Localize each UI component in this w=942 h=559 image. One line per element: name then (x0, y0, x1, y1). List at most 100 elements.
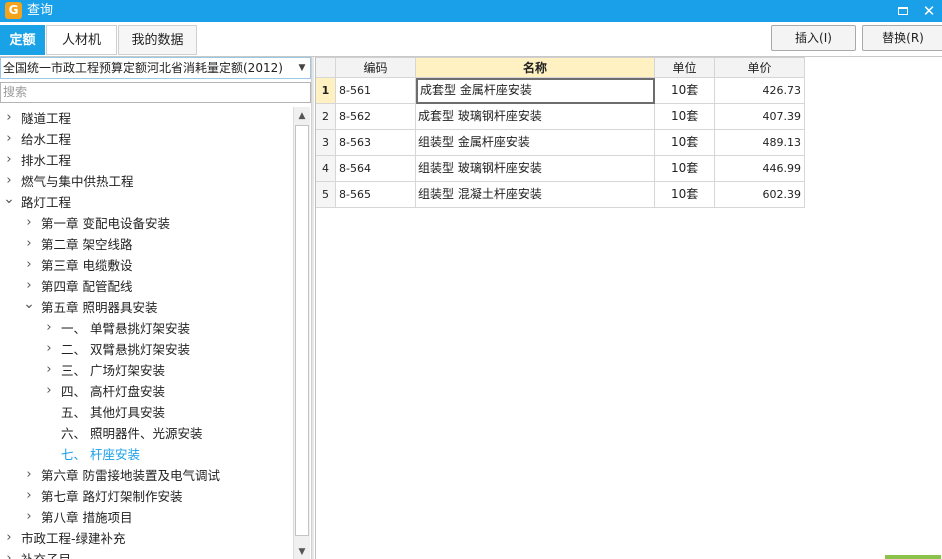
scrollbar-thumb[interactable] (295, 125, 309, 536)
column-header-unit[interactable]: 单位 (655, 57, 715, 78)
code-cell[interactable]: 8-562 (336, 104, 416, 130)
chevron-right-icon[interactable]: › (23, 276, 35, 297)
row-number[interactable]: 4 (316, 156, 336, 182)
tree-item[interactable]: › 补充子目 (0, 549, 293, 559)
tab-quota[interactable]: 定额 (0, 25, 45, 55)
tree-item[interactable]: › 第一章 变配电设备安装 (0, 213, 293, 234)
tree-item[interactable]: › 第七章 路灯灯架制作安装 (0, 486, 293, 507)
tree-item[interactable]: › 隧道工程 (0, 108, 293, 129)
tree-item[interactable]: 六、 照明器件、光源安装 (0, 423, 293, 444)
close-icon: ✕ (922, 2, 936, 20)
name-cell[interactable]: 组装型 玻璃钢杆座安装 (416, 156, 655, 182)
row-number[interactable]: 1 (316, 78, 336, 104)
price-cell[interactable]: 446.99 (715, 156, 805, 182)
tree-item-label: 五、 其他灯具安装 (61, 405, 165, 420)
chevron-right-icon[interactable]: › (43, 360, 55, 381)
tree-item-selected[interactable]: 七、 杆座安装 (0, 444, 293, 465)
name-cell[interactable]: 组装型 混凝土杆座安装 (416, 182, 655, 208)
name-cell[interactable]: 组装型 金属杆座安装 (416, 130, 655, 156)
tree-item-label: 二、 双臂悬挑灯架安装 (61, 342, 190, 357)
tree-item[interactable]: › 市政工程-绿建补充 (0, 528, 293, 549)
chevron-down-icon[interactable]: ▼ (294, 58, 310, 78)
chevron-down-icon[interactable]: ⌄ (3, 192, 15, 213)
maximize-button[interactable] (892, 0, 914, 22)
grid-status-bar (885, 555, 941, 559)
chevron-right-icon[interactable]: › (3, 129, 15, 150)
tree-item[interactable]: ⌄ 路灯工程 (0, 192, 293, 213)
chevron-right-icon[interactable]: › (3, 528, 15, 549)
tree-item-label: 市政工程-绿建补充 (21, 531, 126, 546)
tree-item-label: 第八章 措施项目 (41, 510, 133, 525)
quota-grid: 1 2 3 4 5 编码 8-561 8-562 8-563 8-564 8-565 名称 成套型 金属… (315, 57, 942, 559)
price-cell[interactable]: 426.73 (715, 78, 805, 104)
code-cell[interactable]: 8-561 (336, 78, 416, 104)
chevron-right-icon[interactable]: › (23, 465, 35, 486)
tab-my-data[interactable]: 我的数据 (118, 25, 197, 55)
tree-item[interactable]: › 排水工程 (0, 150, 293, 171)
unit-cell[interactable]: 10套 (655, 78, 715, 104)
code-cell[interactable]: 8-565 (336, 182, 416, 208)
tree-item[interactable]: 五、 其他灯具安装 (0, 402, 293, 423)
column-header-name[interactable]: 名称 (416, 57, 655, 78)
chevron-right-icon[interactable]: › (23, 234, 35, 255)
replace-button[interactable]: 替换(R) (862, 25, 942, 51)
code-cell[interactable]: 8-563 (336, 130, 416, 156)
tree-item[interactable]: › 给水工程 (0, 129, 293, 150)
price-cell[interactable]: 489.13 (715, 130, 805, 156)
chevron-right-icon[interactable]: › (43, 339, 55, 360)
tab-labor-material-machine[interactable]: 人材机 (46, 25, 117, 55)
name-cell[interactable]: 成套型 金属杆座安装 (416, 78, 655, 104)
tree-item[interactable]: › 第六章 防雷接地装置及电气调试 (0, 465, 293, 486)
title-bar: G 查询 ✕ (0, 0, 942, 22)
column-header-code[interactable]: 编码 (336, 57, 416, 78)
code-cell[interactable]: 8-564 (336, 156, 416, 182)
row-number-header (316, 57, 336, 78)
tree-item[interactable]: › 二、 双臂悬挑灯架安装 (0, 339, 293, 360)
chevron-right-icon[interactable]: › (23, 213, 35, 234)
tree-item-label: 三、 广场灯架安装 (61, 363, 165, 378)
insert-button[interactable]: 插入(I) (771, 25, 856, 51)
tree-item[interactable]: › 第三章 电缆敷设 (0, 255, 293, 276)
chevron-right-icon[interactable]: › (23, 255, 35, 276)
tree-item-label: 第三章 电缆敷设 (41, 258, 133, 273)
tree-item[interactable]: › 四、 高杆灯盘安装 (0, 381, 293, 402)
chevron-right-icon[interactable]: › (3, 108, 15, 129)
tree-item[interactable]: › 第四章 配管配线 (0, 276, 293, 297)
chevron-right-icon[interactable]: › (23, 507, 35, 528)
search-input[interactable]: 搜索 (0, 82, 311, 103)
close-button[interactable]: ✕ (918, 0, 940, 22)
unit-cell[interactable]: 10套 (655, 156, 715, 182)
name-cell[interactable]: 成套型 玻璃钢杆座安装 (416, 104, 655, 130)
tree-item[interactable]: › 第八章 措施项目 (0, 507, 293, 528)
unit-cell[interactable]: 10套 (655, 182, 715, 208)
chevron-right-icon[interactable]: › (3, 150, 15, 171)
chevron-down-icon[interactable]: ⌄ (23, 297, 35, 318)
chevron-right-icon[interactable]: › (23, 486, 35, 507)
price-cell[interactable]: 407.39 (715, 104, 805, 130)
quota-library-select[interactable]: 全国统一市政工程预算定额河北省消耗量定额(2012) ▼ (0, 57, 311, 79)
chevron-right-icon[interactable]: › (3, 171, 15, 192)
row-number[interactable]: 5 (316, 182, 336, 208)
tree-item[interactable]: › 燃气与集中供热工程 (0, 171, 293, 192)
row-number[interactable]: 2 (316, 104, 336, 130)
tree-item-label: 第五章 照明器具安装 (41, 300, 158, 315)
scroll-down-icon[interactable]: ▼ (294, 544, 310, 559)
unit-cell[interactable]: 10套 (655, 104, 715, 130)
tree-item-label: 四、 高杆灯盘安装 (61, 384, 165, 399)
tree-item[interactable]: › 一、 单臂悬挑灯架安装 (0, 318, 293, 339)
price-cell[interactable]: 602.39 (715, 182, 805, 208)
tree-item-label: 隧道工程 (21, 111, 72, 126)
panel-splitter[interactable] (311, 57, 314, 559)
unit-cell[interactable]: 10套 (655, 130, 715, 156)
tree-item[interactable]: › 第二章 架空线路 (0, 234, 293, 255)
maximize-icon (898, 6, 908, 15)
chevron-right-icon[interactable]: › (3, 549, 15, 559)
row-number[interactable]: 3 (316, 130, 336, 156)
column-header-price[interactable]: 单价 (715, 57, 805, 78)
chevron-right-icon[interactable]: › (43, 318, 55, 339)
tree-item[interactable]: ⌄ 第五章 照明器具安装 (0, 297, 293, 318)
tree-scrollbar[interactable]: ▲ ▼ (293, 107, 310, 559)
tree-item[interactable]: › 三、 广场灯架安装 (0, 360, 293, 381)
chevron-right-icon[interactable]: › (43, 381, 55, 402)
scroll-up-icon[interactable]: ▲ (294, 108, 310, 124)
